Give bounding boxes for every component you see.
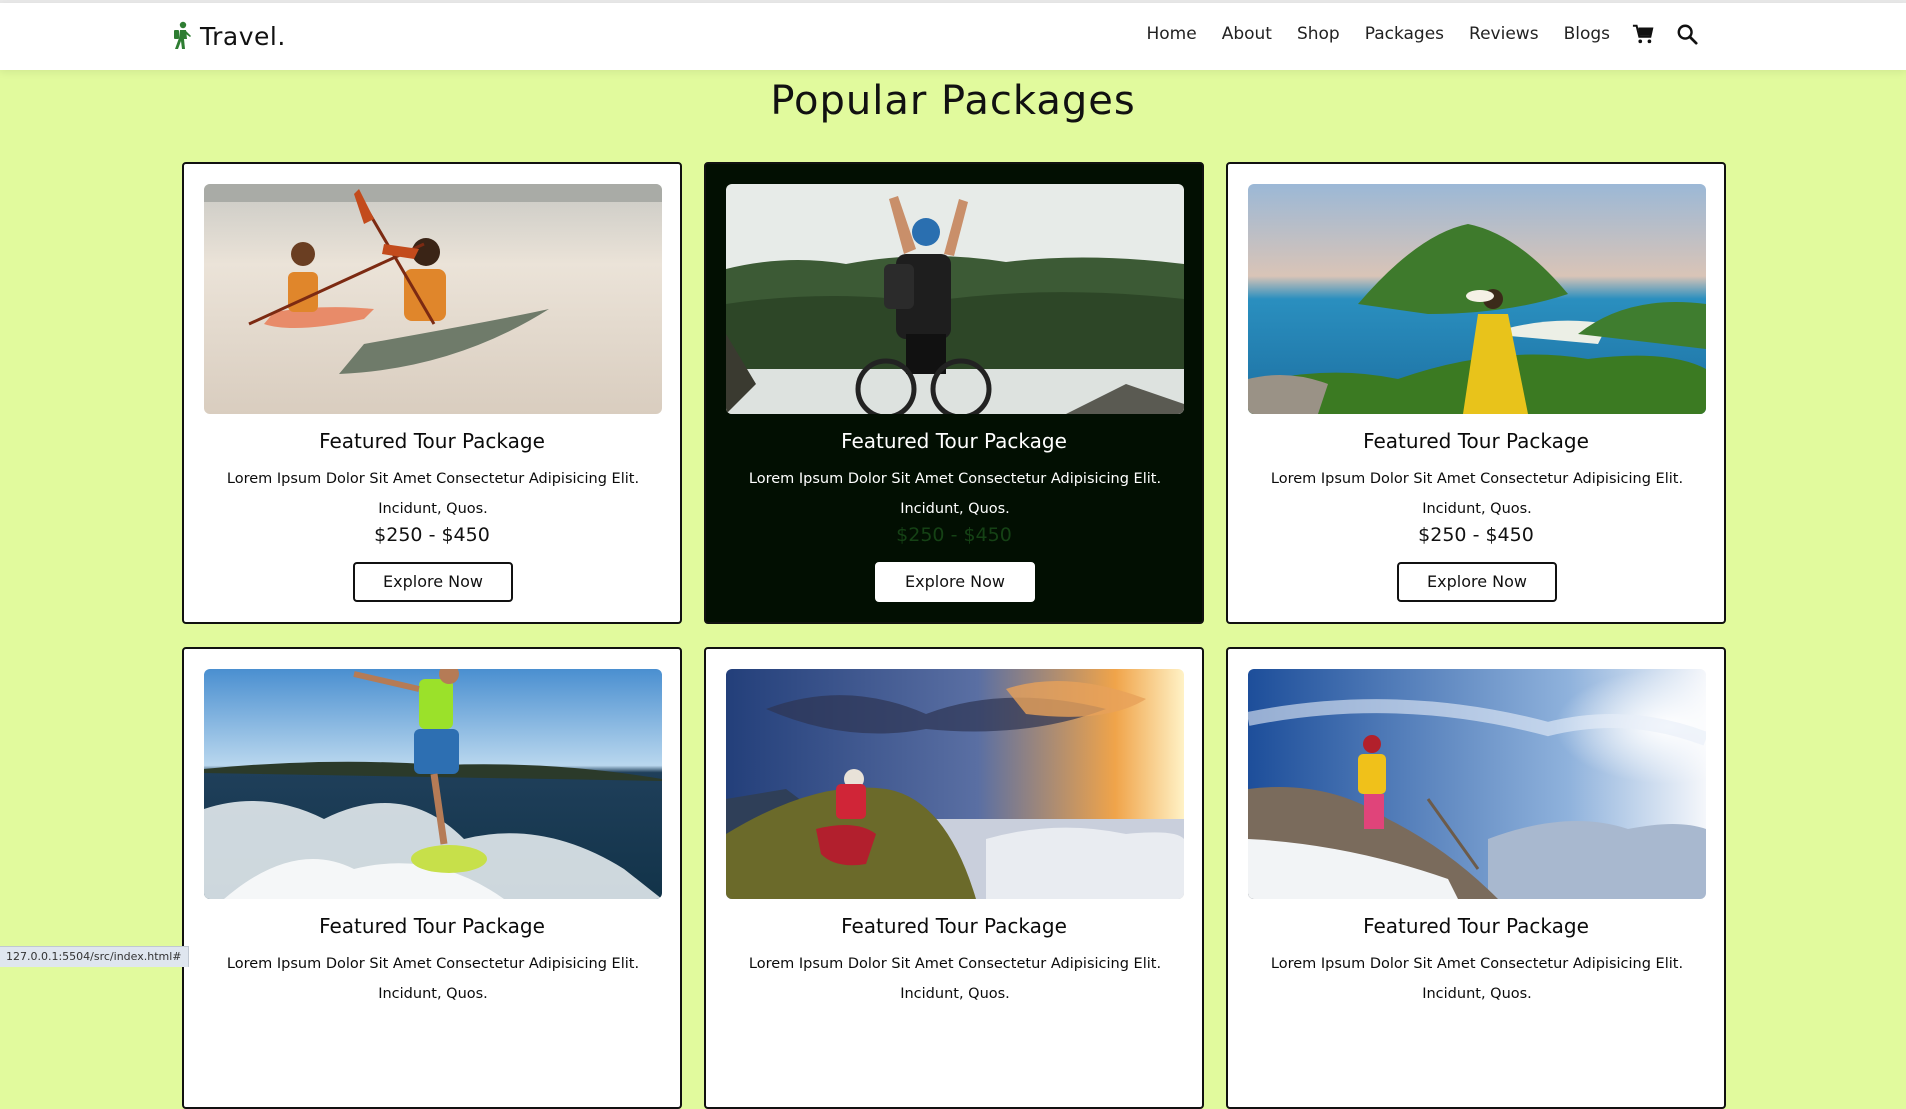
package-title: Featured Tour Package [319,914,545,938]
package-card: Featured Tour Package Lorem Ipsum Dolor … [182,162,682,624]
package-title: Featured Tour Package [319,429,545,453]
explore-now-button[interactable]: Explore Now [875,562,1035,602]
package-title: Featured Tour Package [1363,914,1589,938]
nav-shop[interactable]: Shop [1297,24,1340,44]
package-image-snow-peak [1248,669,1706,899]
package-title: Featured Tour Package [1363,429,1589,453]
package-price: $250 - $450 [896,524,1012,546]
nav-reviews[interactable]: Reviews [1469,24,1539,44]
package-image-wakesurf [204,669,662,899]
package-card: Featured Tour Package Lorem Ipsum Dolor … [1226,647,1726,1109]
status-bar-url: 127.0.0.1:5504/src/index.html# [0,946,189,967]
package-card: Featured Tour Package Lorem Ipsum Dolor … [704,647,1204,1109]
package-description: Lorem Ipsum Dolor Sit Amet Consectetur A… [748,471,1162,517]
nav-blogs[interactable]: Blogs [1564,24,1610,44]
package-description: Lorem Ipsum Dolor Sit Amet Consectetur A… [1270,956,1684,1002]
package-image-island [1248,184,1706,414]
nav-packages[interactable]: Packages [1365,24,1444,44]
package-description: Lorem Ipsum Dolor Sit Amet Consectetur A… [1270,471,1684,517]
search-icon[interactable] [1676,23,1698,45]
package-image-sunset-hiker [726,669,1184,899]
package-price: $250 - $450 [374,524,490,546]
package-title: Featured Tour Package [841,914,1067,938]
package-title: Featured Tour Package [841,429,1067,453]
package-image-cyclist [726,184,1184,414]
logo[interactable]: Travel. [172,21,286,51]
brand-name: Travel. [200,21,286,51]
nav-about[interactable]: About [1222,24,1272,44]
site-header: Travel. Home About Shop Packages Reviews… [0,3,1906,70]
nav-home[interactable]: Home [1146,24,1196,44]
package-card-highlighted: Featured Tour Package Lorem Ipsum Dolor … [704,162,1204,624]
package-description: Lorem Ipsum Dolor Sit Amet Consectetur A… [226,956,640,1002]
explore-now-button[interactable]: Explore Now [353,562,513,602]
package-card: Featured Tour Package Lorem Ipsum Dolor … [182,647,682,1109]
package-description: Lorem Ipsum Dolor Sit Amet Consectetur A… [226,471,640,517]
package-description: Lorem Ipsum Dolor Sit Amet Consectetur A… [748,956,1162,1002]
main-nav: Home About Shop Packages Reviews Blogs [1121,23,1698,45]
explore-now-button[interactable]: Explore Now [1397,562,1557,602]
section-title: Popular Packages [770,78,1136,124]
package-image-kayaking [204,184,662,414]
package-price: $250 - $450 [1418,524,1534,546]
cart-icon[interactable] [1632,23,1654,45]
package-card: Featured Tour Package Lorem Ipsum Dolor … [1226,162,1726,624]
hiker-icon [174,21,191,49]
